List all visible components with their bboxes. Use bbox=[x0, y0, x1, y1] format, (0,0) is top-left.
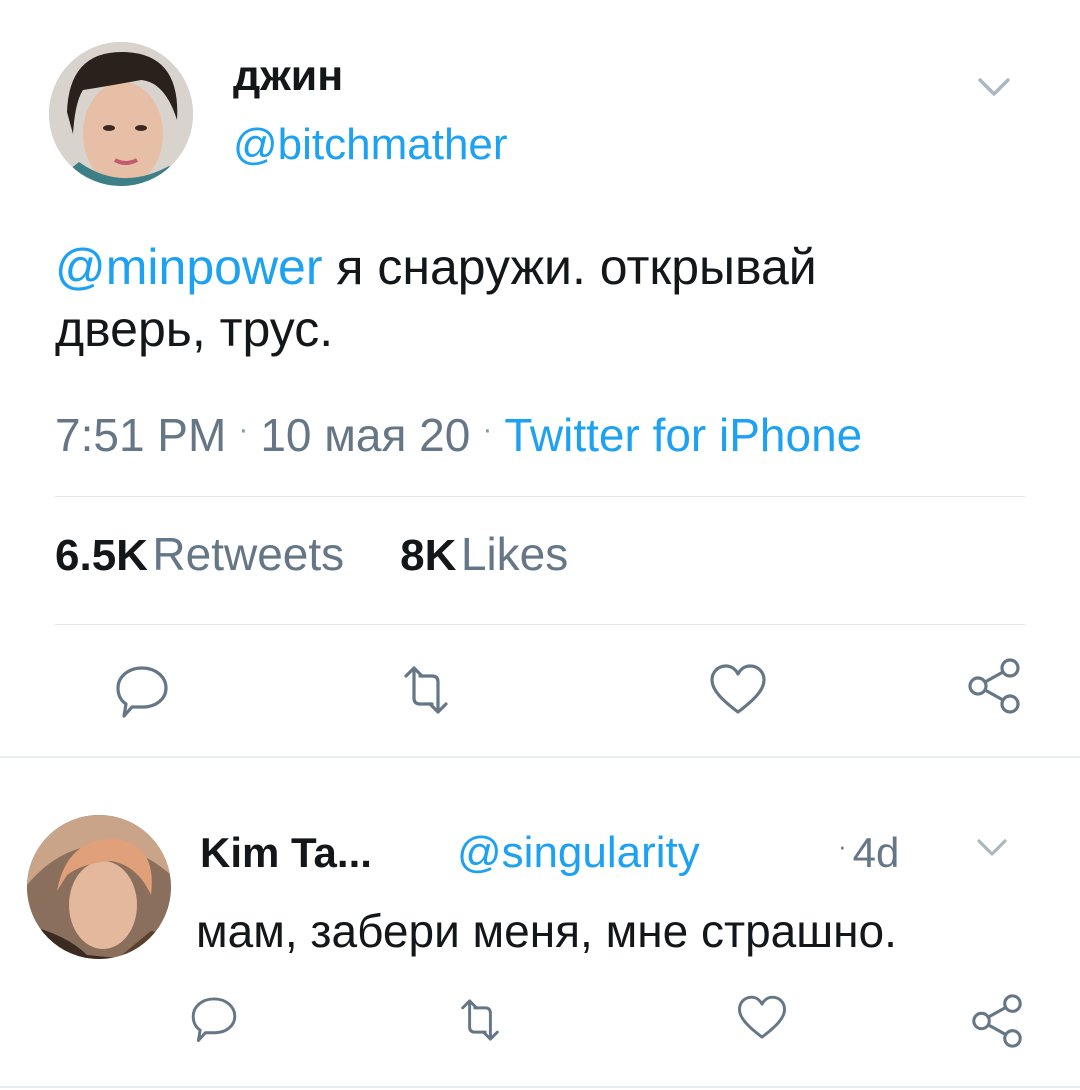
reply-avatar[interactable] bbox=[27, 815, 171, 959]
meta-separator: · bbox=[238, 413, 249, 446]
likes-stat[interactable]: 8K Likes bbox=[400, 528, 568, 580]
divider bbox=[55, 496, 1025, 497]
like-icon[interactable] bbox=[708, 660, 768, 720]
avatar[interactable] bbox=[49, 42, 193, 186]
likes-label: Likes bbox=[460, 528, 569, 580]
reply-user-handle[interactable]: @singularity bbox=[457, 828, 700, 878]
share-icon[interactable] bbox=[964, 656, 1024, 716]
retweet-icon[interactable] bbox=[454, 994, 506, 1046]
chevron-down-icon[interactable] bbox=[972, 832, 1012, 864]
avatar-photo bbox=[49, 42, 193, 186]
meta-separator: · bbox=[838, 831, 847, 861]
retweets-label: Retweets bbox=[152, 528, 345, 580]
section-separator bbox=[0, 756, 1080, 758]
reply-age: 4d bbox=[852, 829, 900, 876]
mention-link[interactable]: @minpower bbox=[55, 239, 323, 295]
tweet-time: 7:51 PM bbox=[55, 409, 227, 461]
tweet-text-body-2: дверь, трус. bbox=[55, 301, 334, 357]
tweet-stats: 6.5K Retweets 8K Likes bbox=[55, 526, 568, 594]
divider bbox=[55, 624, 1025, 625]
reply-icon[interactable] bbox=[112, 660, 172, 720]
retweets-stat[interactable]: 6.5K Retweets bbox=[55, 528, 344, 580]
user-handle[interactable]: @bitchmather bbox=[233, 120, 508, 170]
like-icon[interactable] bbox=[736, 992, 788, 1044]
reply-text: мам, забери меня, мне страшно. bbox=[196, 905, 897, 957]
share-icon[interactable] bbox=[968, 992, 1026, 1050]
reply-timestamp: · 4d bbox=[838, 828, 899, 883]
meta-separator: · bbox=[482, 413, 493, 446]
retweet-icon[interactable] bbox=[396, 660, 456, 720]
tweet-date: 10 мая 20 bbox=[260, 409, 471, 461]
reply-display-name[interactable]: Kim Ta... bbox=[200, 828, 372, 878]
retweets-count: 6.5K bbox=[55, 531, 148, 580]
chevron-down-icon[interactable] bbox=[972, 70, 1016, 106]
tweet-source-link[interactable]: Twitter for iPhone bbox=[504, 409, 862, 461]
avatar-photo bbox=[27, 815, 171, 959]
section-separator bbox=[0, 1086, 1080, 1088]
tweet-text-body: я снаружи. открывай bbox=[322, 239, 817, 295]
display-name[interactable]: джин bbox=[233, 52, 343, 100]
tweet-text: @minpower я снаружи. открывай дверь, тру… bbox=[55, 236, 1045, 360]
tweet-metadata: 7:51 PM · 10 мая 20 · Twitter for iPhone bbox=[55, 408, 862, 469]
likes-count: 8K bbox=[400, 531, 457, 580]
reply-icon[interactable] bbox=[188, 992, 240, 1044]
